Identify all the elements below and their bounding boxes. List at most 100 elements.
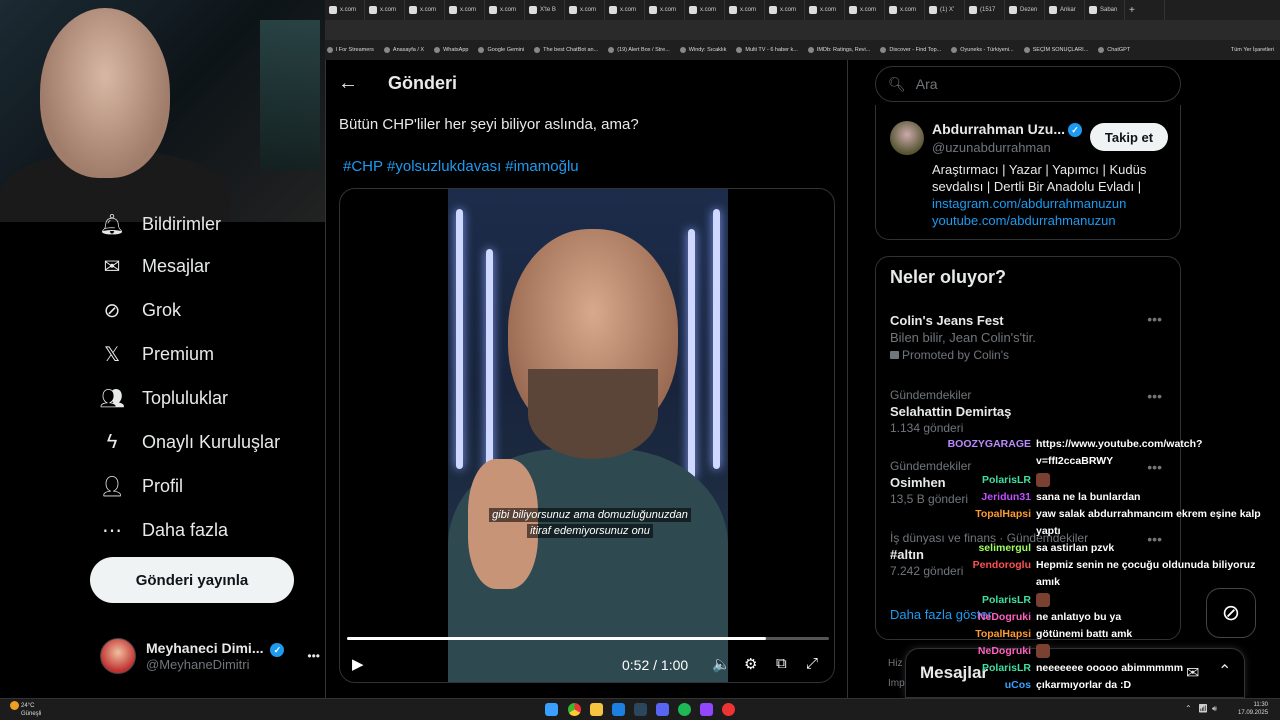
- browser-tab[interactable]: x.com: [325, 0, 365, 20]
- bookmark-item[interactable]: ChatGPT: [1098, 47, 1130, 53]
- video-frame[interactable]: [448, 189, 728, 682]
- bookmark-item[interactable]: Google Gemini: [478, 47, 524, 53]
- bookmark-item[interactable]: Anasayfa / X: [383, 47, 424, 53]
- browser-tab[interactable]: x.com: [645, 0, 685, 20]
- browser-tab[interactable]: (1) X': [925, 0, 965, 20]
- account-switcher[interactable]: Meyhaneci Dimi... ✓ @MeyhaneDimitri •••: [100, 634, 320, 678]
- browser-tab[interactable]: x.com: [725, 0, 765, 20]
- chat-message: PolarisLR: [940, 472, 1266, 489]
- browser-tab[interactable]: x.com: [885, 0, 925, 20]
- tab-favicon-icon: [849, 6, 857, 14]
- all-bookmarks-folder[interactable]: Tüm Yer İşaretleri: [1231, 47, 1280, 53]
- bookmark-item[interactable]: l For Streamers: [327, 47, 374, 53]
- sun-icon: [10, 701, 19, 710]
- browser-tab[interactable]: x.com: [845, 0, 885, 20]
- follow-button[interactable]: Takip et: [1090, 123, 1168, 151]
- nav-item-daha-fazla[interactable]: ⋯ Daha fazla: [100, 518, 228, 542]
- back-arrow-icon[interactable]: ←: [338, 72, 358, 95]
- browser-tab[interactable]: Dezen: [1005, 0, 1045, 20]
- more-icon[interactable]: •••: [307, 649, 320, 663]
- profile-name[interactable]: Abdurrahman Uzu...: [932, 121, 1065, 137]
- volume-icon[interactable]: 🔊︎: [1212, 704, 1217, 714]
- play-icon[interactable]: ▶: [352, 655, 364, 673]
- nav-item-profil[interactable]: 👤︎ Profil: [99, 474, 183, 498]
- nav-item-premium[interactable]: 𝕏 Premium: [100, 342, 214, 366]
- trend-item[interactable]: Colin's Jeans Fest Bilen bilir, Jean Col…: [890, 311, 1170, 362]
- bookmark-favicon-icon: [608, 47, 615, 53]
- spotify-icon[interactable]: [678, 703, 691, 716]
- nav-item-label: Grok: [142, 299, 182, 320]
- bookmark-item[interactable]: Windy: Sıcaklık: [679, 47, 726, 53]
- edge-icon[interactable]: [612, 703, 625, 716]
- nav-item-onayl-kurulu-lar[interactable]: ϟ Onaylı Kuruluşlar: [100, 430, 280, 454]
- browser-tab[interactable]: Saban: [1085, 0, 1125, 20]
- tab-favicon-icon: [489, 6, 497, 14]
- browser-tab[interactable]: x.com: [405, 0, 445, 20]
- network-icon[interactable]: 📶︎: [1198, 704, 1208, 713]
- chat-emote-icon: [1036, 473, 1050, 488]
- fullscreen-icon[interactable]: ⤢: [806, 655, 818, 672]
- bookmark-item[interactable]: (19) Alert Box / Stre...: [608, 47, 670, 53]
- tab-favicon-icon: [769, 6, 777, 14]
- bookmark-item[interactable]: Multi TV - 6 haber k...: [736, 47, 798, 53]
- tab-favicon-icon: [689, 6, 697, 14]
- hashtag-link[interactable]: #imamoğlu: [505, 158, 578, 175]
- nav-item-grok[interactable]: ⊘ Grok: [100, 298, 181, 322]
- hashtag-link[interactable]: #yolsuzlukdavası: [387, 158, 501, 175]
- file-explorer-icon[interactable]: [590, 703, 603, 716]
- weather-widget[interactable]: 24°C Güneşli: [10, 701, 41, 718]
- video-progress-bar[interactable]: [347, 637, 829, 640]
- settings-gear-icon[interactable]: ⚙: [744, 655, 757, 673]
- instagram-link[interactable]: instagram.com/abdurrahmanuzun: [932, 195, 1172, 212]
- bookmark-item[interactable]: SEÇİM SONUÇLARI...: [1023, 47, 1088, 53]
- hashtag-link[interactable]: #CHP: [343, 158, 383, 175]
- nav-item-topluluklar[interactable]: 👥︎ Topluluklar: [99, 386, 228, 410]
- browser-address-bar[interactable]: [325, 20, 1280, 40]
- avatar[interactable]: [890, 121, 924, 155]
- browser-tab[interactable]: x.com: [365, 0, 405, 20]
- bookmark-favicon-icon: [434, 47, 441, 53]
- browser-tab[interactable]: Ankar: [1045, 0, 1085, 20]
- browser-tab[interactable]: x.com: [445, 0, 485, 20]
- nav-item-mesajlar[interactable]: ✉ Mesajlar: [100, 254, 210, 278]
- bookmark-item[interactable]: The best ChatBot an...: [534, 47, 598, 53]
- youtube-link[interactable]: youtube.com/abdurrahmanuzun: [932, 212, 1172, 229]
- bookmarks-bar: l For Streamers Anasayfa / X WhatsApp Googl…: [325, 40, 1280, 60]
- video-player[interactable]: gibi biliyorsunuz ama domuzluğunuzdan it…: [339, 188, 835, 683]
- footer-link[interactable]: Hiz: [888, 658, 902, 669]
- footer-link[interactable]: Imp: [888, 678, 905, 689]
- more-icon[interactable]: •••: [1147, 388, 1162, 404]
- browser-tab[interactable]: x.com: [765, 0, 805, 20]
- search-input[interactable]: 🔍︎ Ara: [875, 66, 1181, 102]
- tab-favicon-icon: [649, 6, 657, 14]
- browser-tab[interactable]: x.com: [565, 0, 605, 20]
- browser-tab[interactable]: x.com: [805, 0, 845, 20]
- trend-item[interactable]: Gündemdekiler Selahattin Demirtaş 1.134 …: [890, 388, 1170, 435]
- post-button[interactable]: Gönderi yayınla: [90, 557, 294, 603]
- steam-icon[interactable]: [634, 703, 647, 716]
- discord-icon[interactable]: [656, 703, 669, 716]
- app-icon[interactable]: [700, 703, 713, 716]
- volume-icon[interactable]: 🔈: [712, 655, 731, 673]
- bookmark-item[interactable]: IMDb: Ratings, Revi...: [807, 47, 870, 53]
- chrome-icon[interactable]: [568, 703, 581, 716]
- windows-start-icon[interactable]: [545, 703, 558, 716]
- tray-arrow-icon[interactable]: ⌃: [1185, 704, 1192, 713]
- browser-tab[interactable]: X'te B: [525, 0, 565, 20]
- new-tab-button[interactable]: +: [1125, 0, 1165, 20]
- browser-tab[interactable]: x.com: [685, 0, 725, 20]
- more-icon[interactable]: •••: [1147, 311, 1162, 327]
- tab-favicon-icon: [329, 6, 337, 14]
- system-clock[interactable]: 11:30 17.09.2025: [1238, 701, 1268, 717]
- picture-in-picture-icon[interactable]: ⧉: [776, 655, 787, 672]
- obs-icon[interactable]: [722, 703, 735, 716]
- nav-item-label: Bildirimler: [142, 213, 222, 234]
- bookmark-item[interactable]: Oyuneks - Türkiyeni...: [951, 47, 1014, 53]
- bookmark-item[interactable]: WhatsApp: [434, 47, 468, 53]
- browser-tab[interactable]: x.com: [485, 0, 525, 20]
- browser-tab[interactable]: x.com: [605, 0, 645, 20]
- bookmark-item[interactable]: Discover - Find Top...: [880, 47, 941, 53]
- nav-item-bildirimler[interactable]: 🔔︎ Bildirimler: [99, 212, 222, 236]
- people-icon: 👥︎: [99, 387, 125, 410]
- browser-tab[interactable]: (1517: [965, 0, 1005, 20]
